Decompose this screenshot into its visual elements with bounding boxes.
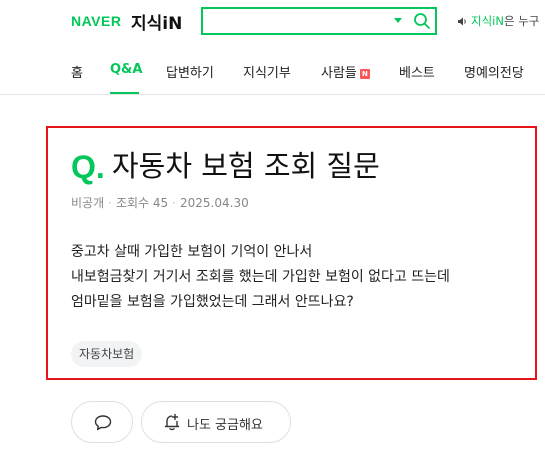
me-too-curious-button[interactable]: 나도 궁금해요 xyxy=(141,401,291,443)
speaker-icon xyxy=(458,17,466,26)
nav-donate[interactable]: 지식기부 xyxy=(243,62,291,81)
new-badge: N xyxy=(359,68,370,79)
question-body: 중고차 살때 가입한 보험이 기억이 안나서 내보험금찾기 거기서 조회를 했는… xyxy=(71,244,450,310)
search-input[interactable] xyxy=(207,12,391,32)
question-views: 조회수 45 xyxy=(115,196,169,210)
question-author: 비공개 xyxy=(71,196,105,210)
nav-people[interactable]: 사람들 N xyxy=(321,62,370,81)
main-nav: 홈 Q&A 답변하기 지식기부 사람들 N 베스트 명예의전당 xyxy=(0,48,545,95)
me-too-curious-label: 나도 궁금해요 xyxy=(187,418,263,433)
nav-qna[interactable]: Q&A xyxy=(110,62,142,77)
naver-logo[interactable]: NAVER xyxy=(71,13,121,29)
comment-button[interactable] xyxy=(71,401,133,443)
notice-text: 은 누구 xyxy=(503,14,540,28)
nav-answer[interactable]: 답변하기 xyxy=(166,62,214,81)
nav-people-label: 사람들 xyxy=(321,66,357,81)
nav-home[interactable]: 홈 xyxy=(71,62,83,81)
nav-hall-of-fame[interactable]: 명예의전당 xyxy=(464,62,524,81)
search-box xyxy=(201,7,437,35)
header: NAVER 지식iN 지식iN은 누구 xyxy=(0,0,545,48)
meta-separator: · xyxy=(108,196,112,210)
notice-link[interactable]: 지식iN은 누구 xyxy=(457,13,539,29)
nav-best[interactable]: 베스트 xyxy=(399,62,435,81)
notice-text-highlight: 지식iN xyxy=(471,14,504,28)
search-icon[interactable] xyxy=(413,12,431,30)
meta-separator: · xyxy=(172,196,176,210)
question-tag[interactable]: 자동차보험 xyxy=(71,341,143,367)
question-mark-icon: Q. xyxy=(71,149,105,185)
comment-icon xyxy=(94,415,112,431)
kin-logo[interactable]: 지식iN xyxy=(131,9,182,34)
question-date: 2025.04.30 xyxy=(180,196,249,210)
search-dropdown-icon[interactable] xyxy=(394,18,402,23)
question-title: 자동차 보험 조회 질문 xyxy=(112,149,380,183)
active-tab-indicator xyxy=(110,92,139,94)
bell-plus-icon xyxy=(164,413,180,431)
question-meta: 비공개 · 조회수 45 · 2025.04.30 xyxy=(71,194,249,211)
